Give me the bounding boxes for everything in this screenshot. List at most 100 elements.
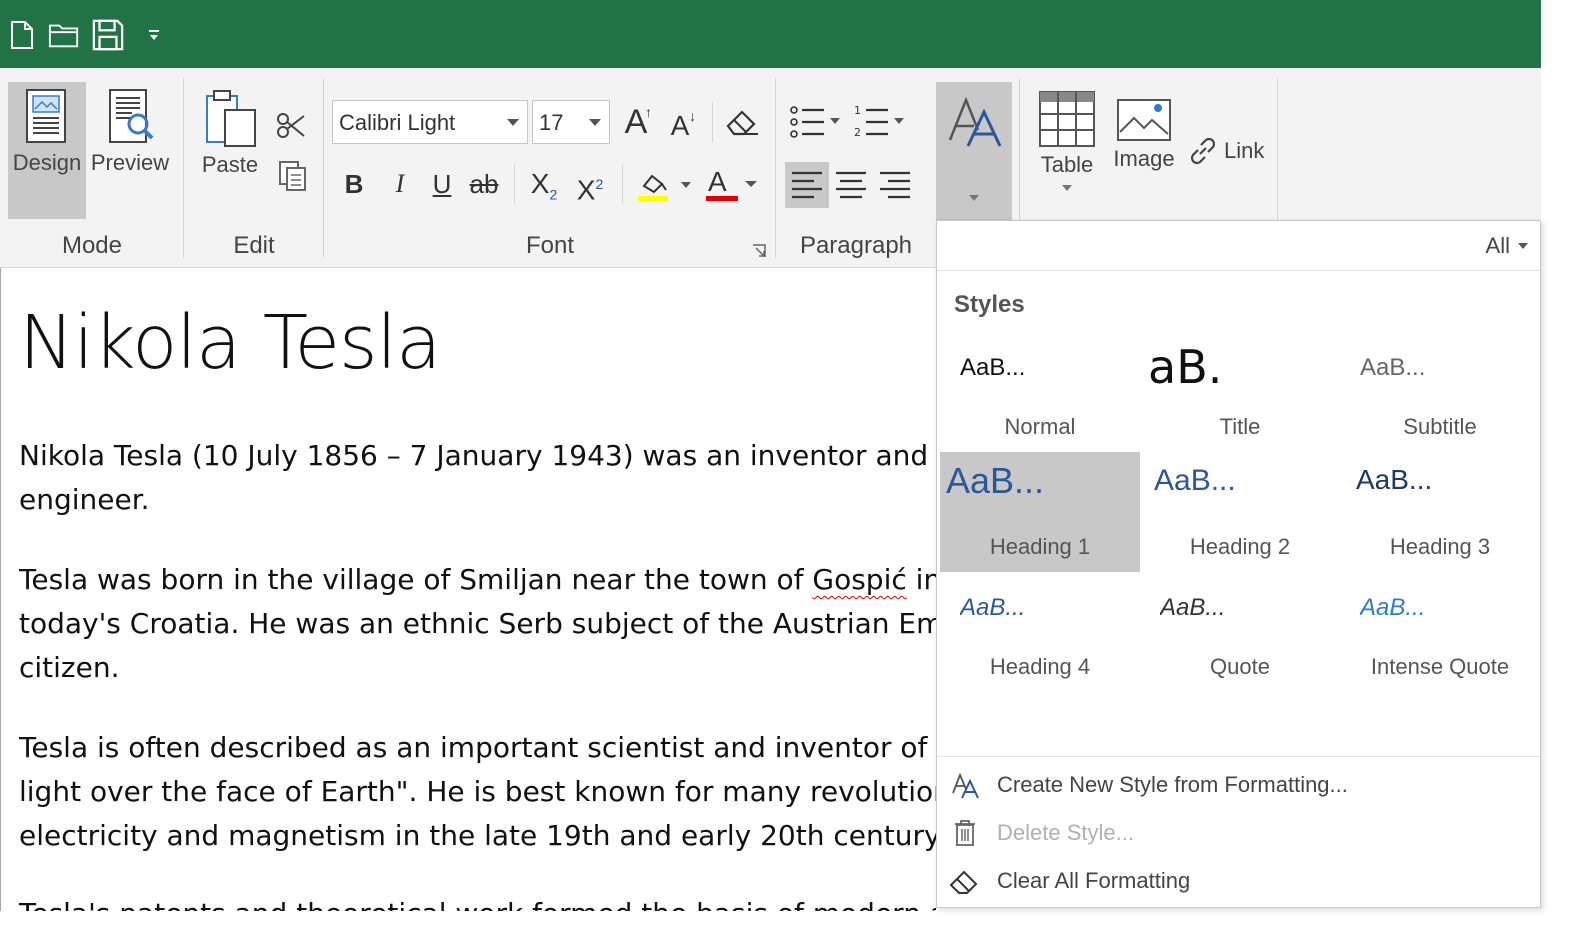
customize-dropdown-icon[interactable] — [140, 18, 168, 52]
shrink-font-button[interactable]: A ↓ — [662, 106, 698, 146]
chevron-down-icon — [745, 181, 757, 187]
align-center-button[interactable] — [834, 170, 868, 205]
chevron-down-icon — [507, 119, 519, 126]
highlight-color-button[interactable] — [636, 168, 696, 204]
align-left-button[interactable] — [785, 162, 829, 208]
style-heading-4[interactable]: AaB... Heading 4 — [940, 572, 1140, 692]
text-line: citizen. — [19, 651, 120, 684]
font-color-swatch — [706, 196, 738, 201]
save-icon[interactable] — [92, 18, 124, 52]
divider — [937, 756, 1540, 757]
paragraph-group-label: Paragraph — [799, 232, 913, 259]
preview-label: Preview — [90, 150, 170, 175]
create-style-menu-item[interactable]: Create New Style from Formatting... — [945, 763, 1535, 807]
paragraph-2: Tesla was born in the village of Smiljan… — [19, 558, 936, 690]
table-icon — [1039, 91, 1095, 147]
font-size-select[interactable]: 17 — [532, 100, 610, 144]
subscript-button[interactable]: X2 — [526, 164, 562, 204]
style-filter-dropdown[interactable]: All — [1486, 233, 1528, 259]
clear-format-button[interactable] — [724, 106, 760, 143]
style-name: Normal — [1004, 414, 1076, 439]
arrow-down-icon: ↓ — [689, 108, 696, 124]
eraser-icon — [726, 110, 758, 136]
strikethrough-button[interactable]: ab — [466, 164, 502, 204]
document-area[interactable]: Nikola Tesla Nikola Tesla (10 July 1856 … — [0, 268, 936, 911]
italic-button[interactable]: I — [382, 164, 418, 204]
paste-button[interactable]: Paste — [196, 88, 264, 178]
open-folder-icon[interactable] — [48, 18, 80, 52]
style-name: Heading 2 — [1189, 534, 1291, 559]
styles-button[interactable] — [936, 82, 1012, 220]
design-icon — [26, 89, 66, 143]
title-bar — [0, 0, 1541, 68]
paragraph-4: Tesla's patents and theoretical work for… — [19, 892, 936, 911]
style-heading-2[interactable]: AaB... Heading 2 — [1140, 452, 1340, 572]
style-name: Title — [1219, 414, 1261, 439]
image-icon — [1117, 99, 1171, 141]
cut-icon[interactable] — [276, 112, 306, 145]
spelling-error-word[interactable]: Gospić — [812, 563, 906, 596]
link-label: Link — [1224, 138, 1265, 163]
paste-label: Paste — [201, 152, 259, 177]
style-name: Intense Quote — [1370, 654, 1510, 679]
bullet-list-icon — [790, 106, 840, 138]
edit-group-label: Edit — [233, 232, 275, 259]
font-dialog-launcher-icon[interactable] — [752, 244, 766, 263]
font-group-label: Font — [525, 232, 575, 259]
style-heading-3[interactable]: AaB... Heading 3 — [1340, 452, 1540, 572]
font-color-button[interactable]: A — [704, 166, 764, 204]
style-preview: AaB... — [1160, 594, 1226, 621]
copy-icon[interactable] — [278, 160, 308, 197]
styles-icon — [948, 96, 1002, 147]
align-center-icon — [836, 171, 866, 199]
paragraph-1: Nikola Tesla (10 July 1856 – 7 January 1… — [19, 434, 936, 522]
separator — [323, 78, 324, 258]
svg-text:2: 2 — [854, 126, 861, 139]
grow-font-button[interactable]: A ↑ — [618, 102, 654, 142]
style-intense-quote[interactable]: AaB... Intense Quote — [1340, 572, 1540, 692]
align-right-icon — [880, 171, 910, 199]
delete-style-menu-item[interactable]: Delete Style... — [945, 811, 1535, 855]
image-button[interactable]: Image — [1108, 98, 1180, 172]
font-color-glyph: A — [708, 166, 727, 197]
design-button[interactable]: Design — [10, 88, 84, 176]
separator — [712, 102, 713, 142]
style-quote[interactable]: AaB... Quote — [1140, 572, 1340, 692]
style-name: Quote — [1210, 654, 1270, 679]
clear-formatting-menu-item[interactable]: Clear All Formatting — [945, 859, 1535, 903]
style-normal[interactable]: AaB... Normal — [940, 332, 1140, 452]
font-size-value: 17 — [539, 110, 564, 135]
link-button[interactable]: Link — [1186, 134, 1264, 168]
superscript-glyph: X — [576, 174, 596, 206]
style-name: Heading 4 — [989, 654, 1091, 679]
separator — [775, 78, 776, 258]
style-subtitle[interactable]: AaB... Subtitle — [1340, 332, 1540, 452]
new-document-icon[interactable] — [6, 18, 38, 52]
numbered-list-icon: 12 — [854, 104, 904, 139]
styles-header: Styles — [954, 291, 1025, 318]
align-right-button[interactable] — [878, 170, 912, 205]
bold-button[interactable]: B — [336, 164, 372, 204]
styles-panel-top: All — [937, 221, 1540, 271]
style-name: Heading 1 — [989, 534, 1091, 559]
style-heading-1[interactable]: AaB... Heading 1 — [940, 452, 1140, 572]
text-line: today's Croatia. He was an ethnic Serb s… — [19, 607, 936, 640]
create-style-icon — [945, 765, 985, 805]
text-line: Nikola Tesla (10 July 1856 – 7 January 1… — [19, 439, 929, 472]
text-line: electricity and magnetism in the late 19… — [19, 819, 936, 852]
numbered-list-button[interactable]: 12 — [852, 104, 908, 145]
document-title: Nikola Tesla — [19, 300, 441, 386]
bullet-list-button[interactable] — [788, 104, 844, 145]
arrow-up-icon: ↑ — [645, 104, 652, 120]
grow-font-glyph: A — [624, 103, 648, 141]
table-button[interactable]: Table — [1034, 90, 1100, 192]
font-family-select[interactable]: Calibri Light — [332, 100, 528, 144]
chevron-down-icon — [1518, 243, 1528, 249]
preview-button[interactable]: Preview — [90, 88, 170, 176]
chevron-down-icon — [1062, 185, 1072, 191]
superscript-button[interactable]: X2 — [572, 164, 608, 206]
style-name: Heading 3 — [1389, 534, 1491, 559]
style-name: Subtitle — [1403, 414, 1477, 439]
style-title[interactable]: aB. Title — [1140, 332, 1340, 452]
underline-button[interactable]: U — [424, 164, 460, 204]
